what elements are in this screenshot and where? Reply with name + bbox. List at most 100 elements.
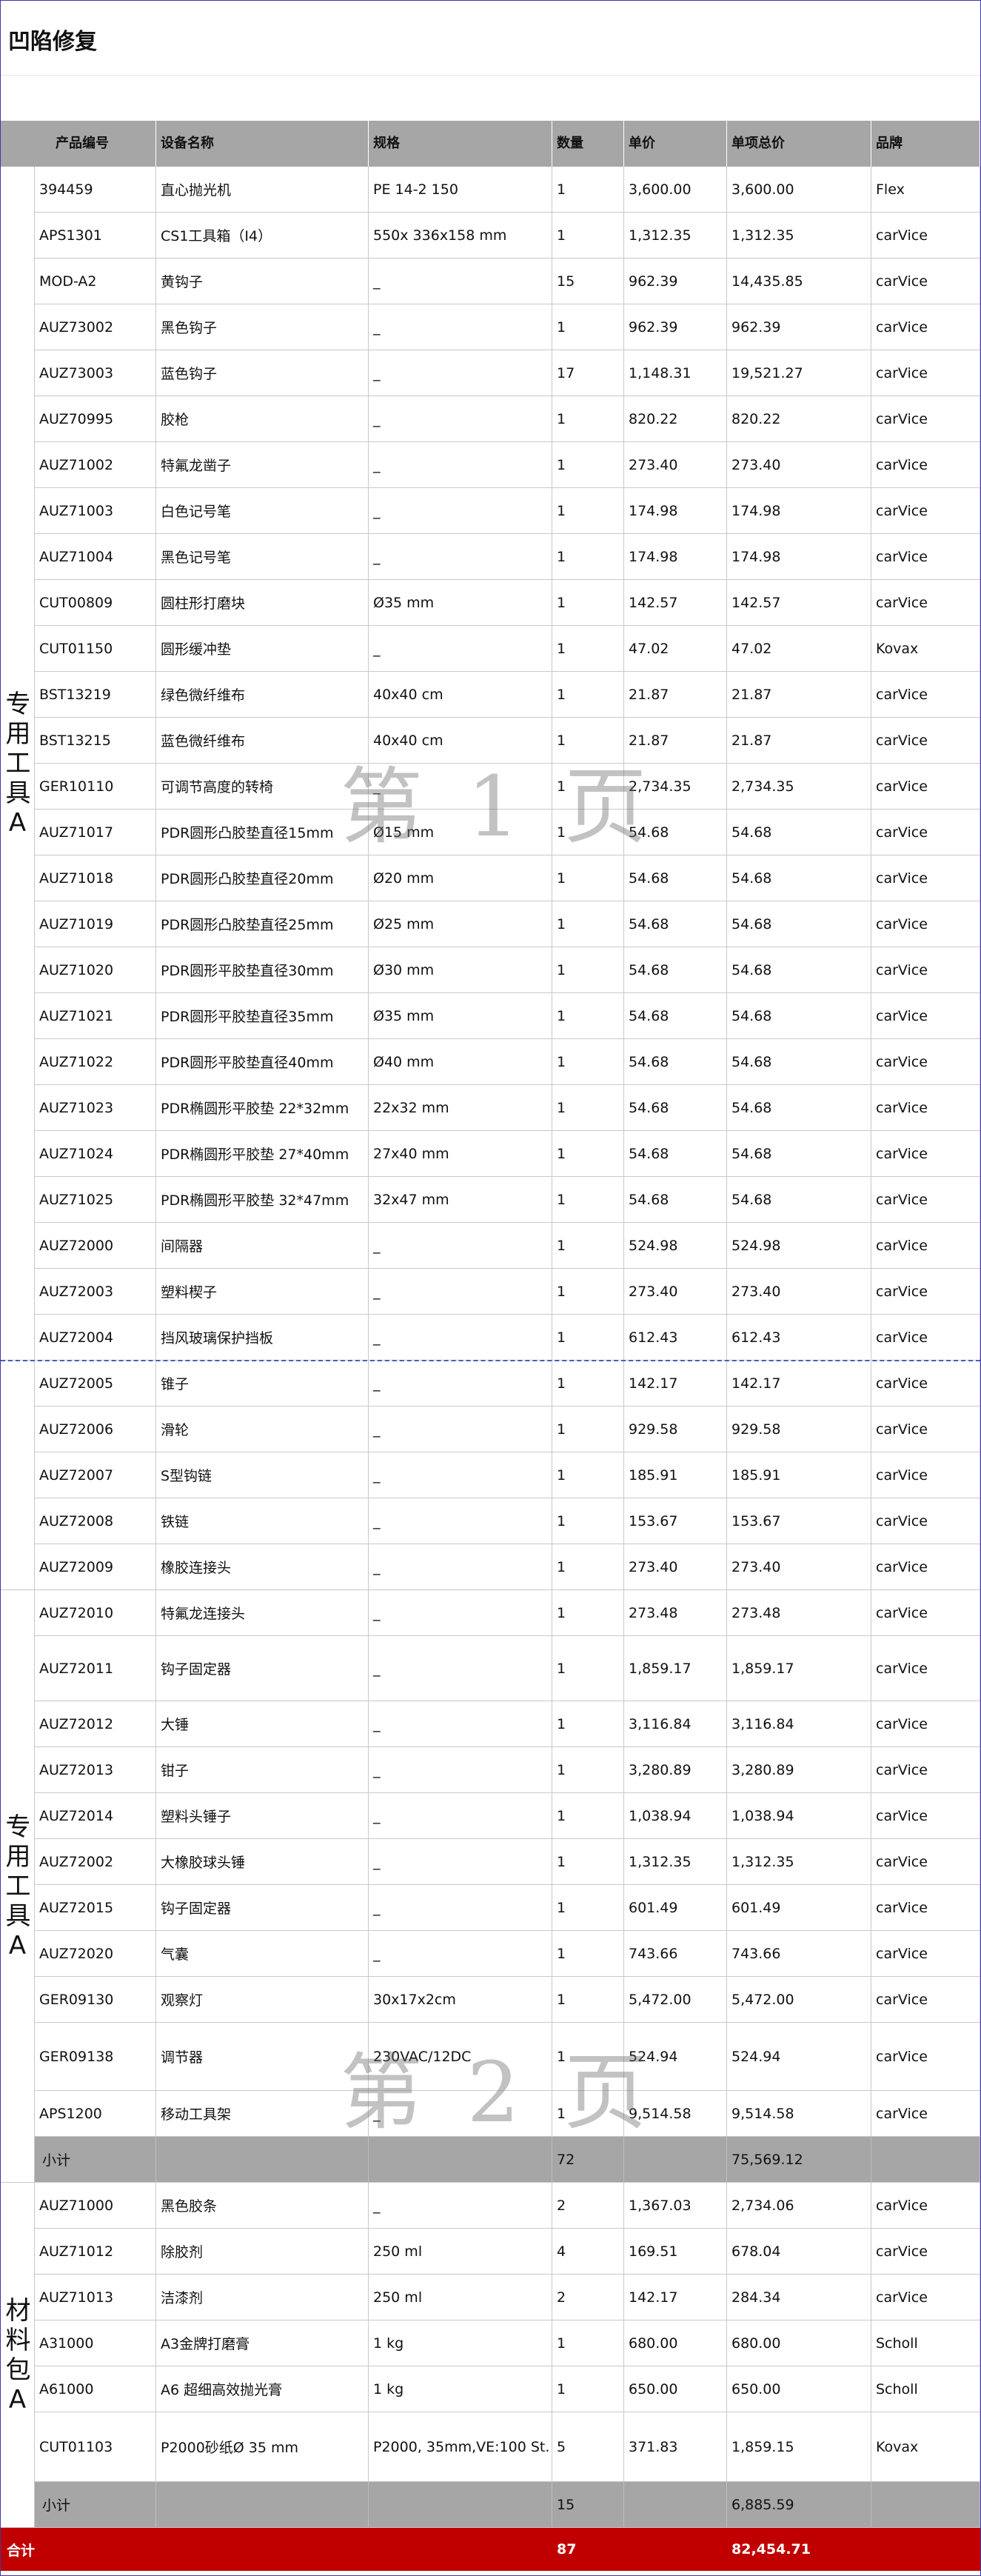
cell-product-code: AUZ71020	[35, 947, 156, 993]
cell-spec: _	[369, 534, 552, 580]
cell-product-code: AUZ71000	[35, 2183, 156, 2229]
cell-quantity: 1	[552, 2320, 624, 2366]
cell-line-total: 680.00	[727, 2320, 871, 2366]
cell-unit-price: 2,734.35	[624, 764, 727, 810]
cell-unit-price: 820.22	[624, 396, 727, 442]
cell-quantity: 1	[552, 2366, 624, 2412]
cell-brand: carVice	[871, 350, 980, 396]
cell-spec: _	[369, 1498, 552, 1544]
cell-unit-price: 54.68	[624, 1177, 727, 1223]
cell-product-code: AUZ71004	[35, 534, 156, 580]
cell-line-total: 601.49	[727, 1885, 871, 1931]
subtotal-row: 小计 72 75,569.12	[1, 2137, 980, 2183]
cell-line-total: 273.40	[727, 442, 871, 488]
cell-brand: carVice	[871, 488, 980, 534]
table-row: AUZ70995 胶枪 _ 1 820.22 820.22 carVice	[1, 396, 980, 442]
table-row: AUZ72006 滑轮 _ 1 929.58 929.58 carVice	[1, 1407, 980, 1452]
cell-line-total: 273.40	[727, 1544, 871, 1590]
cell-spec: 32x47 mm	[369, 1177, 552, 1223]
cell-brand: Flex	[871, 167, 980, 213]
cell-product-code: APS1301	[35, 213, 156, 258]
table-row: AUZ71019 PDR圆形凸胶垫直径25mm Ø25 mm 1 54.68 54.68 c…	[1, 901, 980, 947]
cell-unit-price: 612.43	[624, 1315, 727, 1361]
cell-quantity: 1	[552, 534, 624, 580]
table-row: GER09130 观察灯 30x17x2cm 1 5,472.00 5,472.00 car…	[1, 1977, 980, 2023]
cell-spec	[369, 2482, 552, 2528]
cell-device-name: 直心抛光机	[156, 167, 369, 213]
cell-device-name: 黑色胶条	[156, 2183, 369, 2229]
table-row: CUT00809 圆柱形打磨块 Ø35 mm 1 142.57 142.57 carVice	[1, 580, 980, 626]
cell-quantity: 1	[552, 442, 624, 488]
cell-spec: 250 ml	[369, 2229, 552, 2275]
table-row: AUZ72010 特氟龙连接头 _ 1 273.48 273.48 carVice	[1, 1590, 980, 1636]
cell-spec: Ø35 mm	[369, 580, 552, 626]
cell-unit-price: 371.83	[624, 2412, 727, 2482]
cell-quantity: 1	[552, 993, 624, 1039]
table-row: CUT01150 圆形缓冲垫 _ 1 47.02 47.02 Kovax	[1, 626, 980, 672]
cell-brand: carVice	[871, 1977, 980, 2023]
cell-brand: carVice	[871, 1039, 980, 1085]
cell-unit-price: 962.39	[624, 304, 727, 350]
table-row: AUZ72011 钩子固定器 _ 1 1,859.17 1,859.17 carVice	[1, 1636, 980, 1701]
cell-device-name: 特氟龙凿子	[156, 442, 369, 488]
cell-device-name: 白色记号笔	[156, 488, 369, 534]
cell-spec: _	[369, 2091, 552, 2137]
table-row: AUZ71025 PDR椭圆形平胶垫 32*47mm 32x47 mm 1 54.68 5…	[1, 1177, 980, 1223]
table-row: AUZ71013 洁漆剂 250 ml 2 142.17 284.34 carVice	[1, 2275, 980, 2320]
cell-quantity: 1	[552, 2023, 624, 2091]
cell-product-code: AUZ71025	[35, 1177, 156, 1223]
cell-unit-price: 962.39	[624, 258, 727, 304]
cell-line-total: 54.68	[727, 1177, 871, 1223]
cell-spec: _	[369, 1544, 552, 1590]
cell-quantity: 15	[552, 2482, 624, 2528]
cell-product-code: AUZ72010	[35, 1590, 156, 1636]
cell-device-name: PDR椭圆形平胶垫 22*32mm	[156, 1085, 369, 1131]
table-row: AUZ71004 黑色记号笔 _ 1 174.98 174.98 carVice	[1, 534, 980, 580]
cell-brand: Scholl	[871, 2366, 980, 2412]
cell-quantity: 1	[552, 1131, 624, 1177]
cell-spec: _	[369, 1590, 552, 1636]
cell-spec: _	[369, 1361, 552, 1407]
cell-product-code: CUT01150	[35, 626, 156, 672]
table-row: AUZ72008 铁链 _ 1 153.67 153.67 carVice	[1, 1498, 980, 1544]
cell-brand	[871, 2528, 980, 2571]
cell-quantity: 1	[552, 1039, 624, 1085]
cell-spec: PE 14-2 150	[369, 167, 552, 213]
cell-spec: 40x40 cm	[369, 672, 552, 718]
cell-brand: carVice	[871, 1177, 980, 1223]
cell-quantity: 1	[552, 1839, 624, 1885]
total-row: 合计 87 82,454.71	[1, 2528, 980, 2571]
cell-product-code: AUZ71002	[35, 442, 156, 488]
cell-line-total: 54.68	[727, 947, 871, 993]
cell-spec: Ø15 mm	[369, 810, 552, 855]
cell-unit-price: 54.68	[624, 1039, 727, 1085]
cell-device-name: 蓝色钩子	[156, 350, 369, 396]
cell-device-name: 钩子固定器	[156, 1636, 369, 1701]
cell-brand: carVice	[871, 2229, 980, 2275]
cell-quantity: 1	[552, 626, 624, 672]
cell-brand	[871, 2482, 980, 2528]
cell-unit-price: 273.40	[624, 1269, 727, 1315]
cell-product-code: GER09130	[35, 1977, 156, 2023]
cell-line-total: 174.98	[727, 534, 871, 580]
cell-line-total: 54.68	[727, 901, 871, 947]
table-row: MOD-A2 黄钩子 _ 15 962.39 14,435.85 carVice	[1, 258, 980, 304]
cell-device-name: 可调节高度的转椅	[156, 764, 369, 810]
cell-device-name: 塑料头锤子	[156, 1793, 369, 1839]
table-row: AUZ71000 黑色胶条 _ 2 1,367.03 2,734.06 carVice	[1, 2183, 980, 2229]
cell-brand: carVice	[871, 1452, 980, 1498]
cell-spec: _	[369, 1223, 552, 1269]
cell-spec: 250 ml	[369, 2275, 552, 2320]
cell-brand: Kovax	[871, 626, 980, 672]
cell-device-name: CS1工具箱（I4）	[156, 213, 369, 258]
cell-spec: Ø25 mm	[369, 901, 552, 947]
cell-product-code: AUZ71021	[35, 993, 156, 1039]
cell-quantity: 1	[552, 1793, 624, 1839]
cell-unit-price: 142.57	[624, 580, 727, 626]
cell-brand: Kovax	[871, 2412, 980, 2482]
cell-unit-price: 21.87	[624, 672, 727, 718]
cell-product-code: AUZ72003	[35, 1269, 156, 1315]
header-row: 产品编号 设备名称 规格 数量 单价 单项总价 品牌	[1, 121, 980, 167]
cell-device-name: 铁链	[156, 1498, 369, 1544]
page-title: 凹陷修复	[8, 29, 97, 55]
